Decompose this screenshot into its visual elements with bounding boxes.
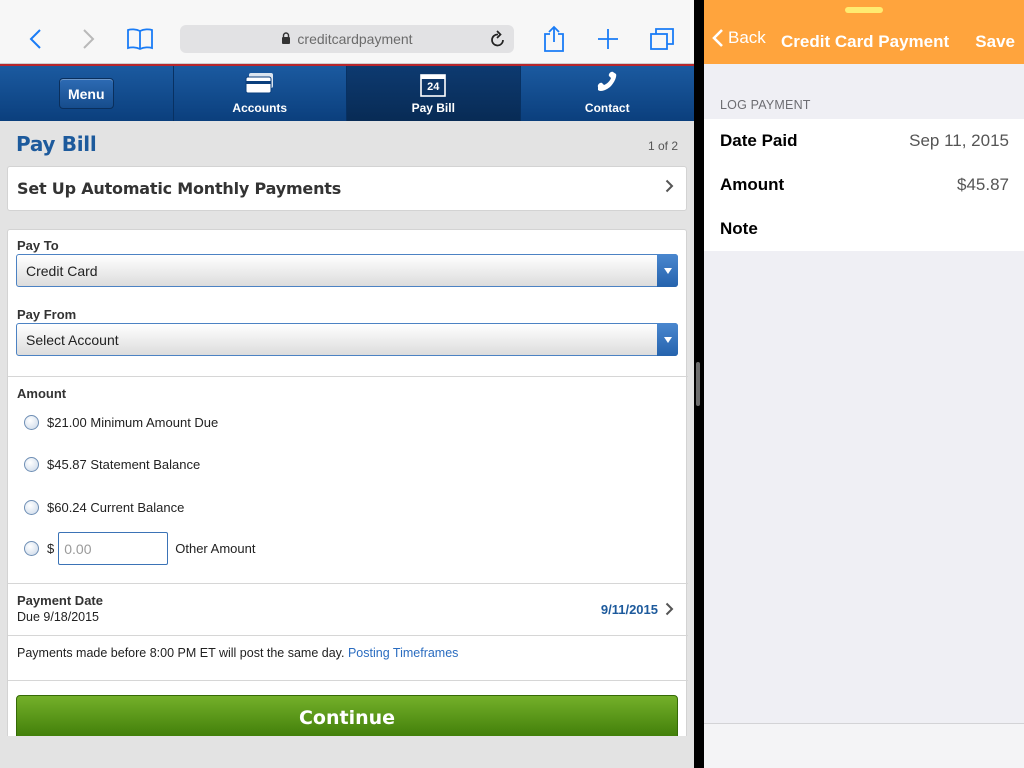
date-paid-row[interactable]: Date Paid Sep 11, 2015	[704, 119, 1024, 163]
bookmarks-icon[interactable]	[124, 20, 156, 58]
note-row[interactable]: Note	[704, 207, 1024, 251]
app-bottom-bar	[704, 723, 1024, 768]
tabs-overview-icon[interactable]	[648, 20, 676, 58]
app-pane: Back Credit Card Payment Save LOG PAYMEN…	[704, 0, 1024, 768]
auto-pay-link[interactable]: Set Up Automatic Monthly Payments	[7, 166, 687, 211]
auto-pay-label: Set Up Automatic Monthly Payments	[17, 179, 342, 198]
pay-to-label: Pay To	[17, 238, 59, 253]
page-header: Pay Bill 1 of 2	[0, 121, 694, 165]
amount-option-current[interactable]: $60.24 Current Balance	[24, 500, 184, 515]
step-indicator: 1 of 2	[647, 139, 678, 153]
nav-item-accounts[interactable]: Accounts	[174, 66, 347, 121]
menu-button[interactable]: Menu	[58, 78, 114, 109]
new-tab-icon[interactable]	[594, 20, 622, 58]
back-arrow-icon[interactable]	[22, 20, 48, 58]
divider	[8, 635, 688, 636]
row-value: Sep 11, 2015	[909, 131, 1009, 150]
chevron-right-icon[interactable]	[665, 602, 674, 621]
option-amount: $21.00	[47, 415, 87, 430]
row-label: Date Paid	[720, 131, 798, 150]
row-label: Note	[720, 219, 758, 238]
forward-arrow-icon[interactable]	[76, 20, 102, 58]
chevron-left-icon	[712, 29, 723, 47]
amount-row[interactable]: Amount $45.87	[704, 163, 1024, 207]
nav-item-contact[interactable]: Contact	[521, 66, 695, 121]
calendar-icon: 24	[420, 73, 447, 97]
url-text: creditcardpayment	[297, 31, 413, 47]
divider	[8, 583, 688, 584]
log-payment-table: Date Paid Sep 11, 2015 Amount $45.87 Not…	[704, 119, 1024, 251]
payment-date-label: Payment Date	[17, 593, 103, 608]
currency-symbol: $	[47, 541, 55, 556]
payment-form: Pay To Credit Card Pay From Select Accou…	[7, 229, 688, 749]
safari-pane: creditcardpayment Menu Accounts 24 Pay B…	[0, 0, 694, 768]
posting-timeframes-link[interactable]: Posting Timeframes	[348, 646, 458, 660]
save-button[interactable]: Save	[975, 32, 1015, 52]
payment-date-value[interactable]: 9/11/2015	[601, 602, 658, 617]
safari-toolbar: creditcardpayment	[0, 0, 694, 64]
posting-note-text: Payments made before 8:00 PM ET will pos…	[17, 646, 345, 660]
divider	[8, 376, 688, 377]
pay-to-select[interactable]: Credit Card	[16, 254, 678, 287]
nav-label: Accounts	[232, 101, 288, 115]
option-desc: Current Balance	[90, 500, 185, 515]
back-label: Back	[728, 28, 766, 47]
other-amount-label: Other Amount	[175, 541, 256, 556]
url-field[interactable]: creditcardpayment	[180, 25, 514, 53]
divider	[8, 680, 688, 681]
app-navigation-bar: Back Credit Card Payment Save	[704, 0, 1024, 64]
continue-button[interactable]: Continue	[16, 695, 678, 740]
app-title: Credit Card Payment	[781, 32, 950, 51]
amount-option-other[interactable]: $ Other Amount	[24, 532, 255, 565]
chevron-right-icon	[665, 179, 674, 198]
amount-label: Amount	[17, 386, 67, 401]
calendar-day: 24	[427, 81, 440, 93]
page-title: Pay Bill	[16, 132, 97, 156]
amount-option-statement[interactable]: $45.87 Statement Balance	[24, 457, 200, 472]
other-amount-input[interactable]	[58, 532, 169, 565]
radio-button[interactable]	[24, 541, 39, 556]
due-date-text: Due 9/18/2015	[17, 610, 100, 624]
nav-item-pay-bill[interactable]: 24 Pay Bill	[347, 66, 521, 121]
option-desc: Minimum Amount Due	[90, 415, 219, 430]
pay-to-value: Credit Card	[26, 262, 98, 279]
page-bottom-strip	[0, 736, 694, 768]
option-amount: $60.24	[47, 500, 87, 515]
reload-icon[interactable]	[490, 30, 506, 51]
option-amount: $45.87	[47, 457, 87, 472]
menu-cell: Menu	[0, 66, 174, 121]
posting-note: Payments made before 8:00 PM ET will pos…	[17, 646, 458, 660]
dropdown-arrow-icon	[657, 254, 678, 287]
radio-button[interactable]	[24, 500, 39, 515]
pay-from-select[interactable]: Select Account	[16, 323, 678, 356]
row-value: $45.87	[957, 175, 1009, 194]
radio-button[interactable]	[24, 415, 39, 430]
radio-button[interactable]	[24, 457, 39, 472]
site-navigation: Menu Accounts 24 Pay Bill Contact	[0, 64, 694, 121]
pay-from-value: Select Account	[26, 331, 119, 348]
phone-icon	[594, 70, 620, 97]
pay-from-label: Pay From	[17, 307, 77, 322]
share-icon[interactable]	[540, 20, 568, 58]
amount-option-minimum[interactable]: $21.00 Minimum Amount Due	[24, 415, 218, 430]
back-button[interactable]: Back	[712, 28, 766, 48]
split-view-handle[interactable]	[696, 362, 700, 406]
section-header: LOG PAYMENT	[720, 98, 811, 112]
cards-icon	[245, 72, 275, 97]
nav-label: Pay Bill	[411, 101, 455, 115]
slide-over-grabber[interactable]	[845, 7, 883, 13]
nav-label: Contact	[584, 101, 630, 115]
option-desc: Statement Balance	[90, 457, 201, 472]
dropdown-arrow-icon	[657, 323, 678, 356]
row-label: Amount	[720, 175, 785, 194]
lock-icon	[281, 31, 291, 47]
